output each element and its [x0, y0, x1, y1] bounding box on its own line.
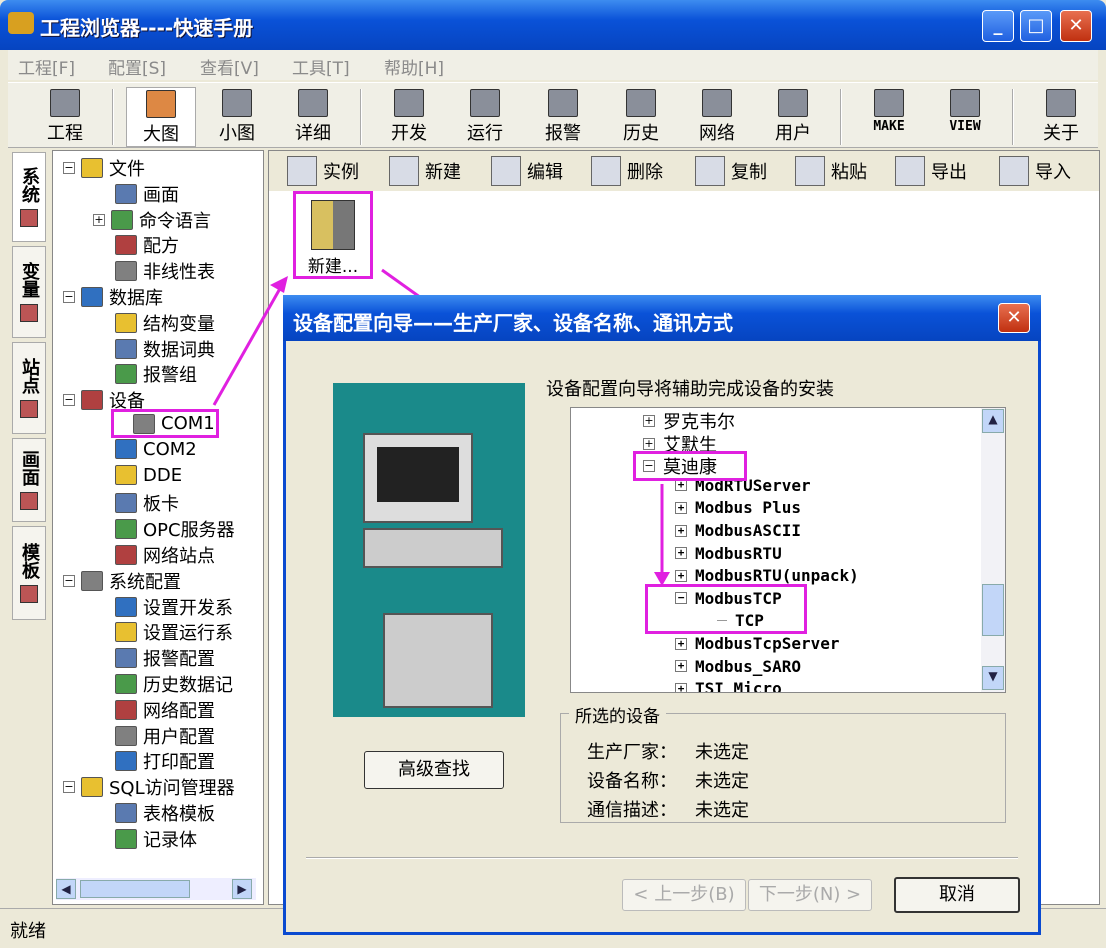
expand-icon[interactable]: + — [675, 660, 687, 672]
highlight-box — [633, 451, 747, 481]
device-tree-item[interactable]: + ModbusTcpServer — [675, 634, 840, 653]
status-text: 就绪 — [10, 917, 46, 943]
selected-device-group: 所选的设备 生产厂家：未选定 设备名称：未选定 通信描述：未选定 — [560, 713, 1006, 823]
device-tree-item[interactable]: +ModbusRTU — [675, 544, 782, 563]
device-tree-item[interactable]: +ModbusRTU(unpack) — [675, 566, 859, 585]
value: 未选定 — [695, 800, 749, 821]
label: ModbusASCII — [695, 521, 801, 540]
group-label: 所选的设备 — [569, 702, 666, 727]
scroll-thumb[interactable] — [982, 584, 1004, 636]
label: ModbusRTU(unpack) — [695, 566, 859, 585]
device-tree: ▲ ▼ +罗克韦尔+艾默生−莫迪康+ModRTUServer+Modbus Pl… — [570, 407, 1006, 693]
plc-icon — [383, 613, 493, 708]
value: 未选定 — [695, 771, 749, 792]
label: TSI_Micro — [695, 679, 782, 693]
scroll-down-button[interactable]: ▼ — [982, 666, 1004, 690]
expand-icon[interactable]: + — [675, 683, 687, 693]
monitor-icon — [363, 433, 473, 523]
label: Modbus_SARO — [695, 657, 801, 676]
back-button[interactable]: < 上一步(B) — [622, 879, 746, 911]
wizard-intro: 设备配置向导将辅助完成设备的安装 — [546, 375, 834, 401]
arrow-down — [647, 484, 677, 594]
expand-icon[interactable]: + — [643, 415, 655, 427]
value: 未选定 — [695, 742, 749, 763]
computer-plc-illustration — [333, 383, 525, 717]
device-tree-scrollbar[interactable]: ▲ ▼ — [981, 408, 1005, 692]
advanced-search-button[interactable]: 高级查找 — [364, 751, 504, 789]
scroll-up-button[interactable]: ▲ — [982, 409, 1004, 433]
expand-icon[interactable]: + — [675, 638, 687, 650]
arrow-com1-to-new — [214, 285, 282, 405]
device-tree-item[interactable]: +ModbusASCII — [675, 521, 801, 540]
comm-desc-field: 通信描述： 未选定 — [587, 796, 749, 822]
label: Modbus Plus — [695, 498, 801, 517]
label: 通信描述： — [587, 800, 677, 821]
expand-icon[interactable]: + — [643, 438, 655, 450]
device-tree-item[interactable]: + Modbus_SARO — [675, 657, 801, 676]
device-tree-item[interactable]: + TSI_Micro — [675, 679, 782, 693]
computer-icon — [363, 528, 503, 568]
device-tree-item[interactable]: +Modbus Plus — [675, 498, 801, 517]
device-config-wizard-dialog: 设备配置向导——生产厂家、设备名称、通讯方式 ✕ 高级查找 设备配置向导将辅助完… — [283, 295, 1041, 935]
manufacturer-field: 生产厂家： 未选定 — [587, 738, 749, 764]
dialog-close-button[interactable]: ✕ — [998, 303, 1030, 333]
label: ModbusRTU — [695, 544, 782, 563]
divider — [306, 857, 1018, 859]
next-button[interactable]: 下一步(N) > — [748, 879, 872, 911]
device-name-field: 设备名称： 未选定 — [587, 767, 749, 793]
dialog-title: 设备配置向导——生产厂家、设备名称、通讯方式 — [283, 295, 1041, 341]
label: 生产厂家： — [587, 742, 677, 763]
label: ModbusTcpServer — [695, 634, 840, 653]
label: 设备名称： — [587, 771, 677, 792]
cancel-button[interactable]: 取消 — [894, 877, 1020, 913]
